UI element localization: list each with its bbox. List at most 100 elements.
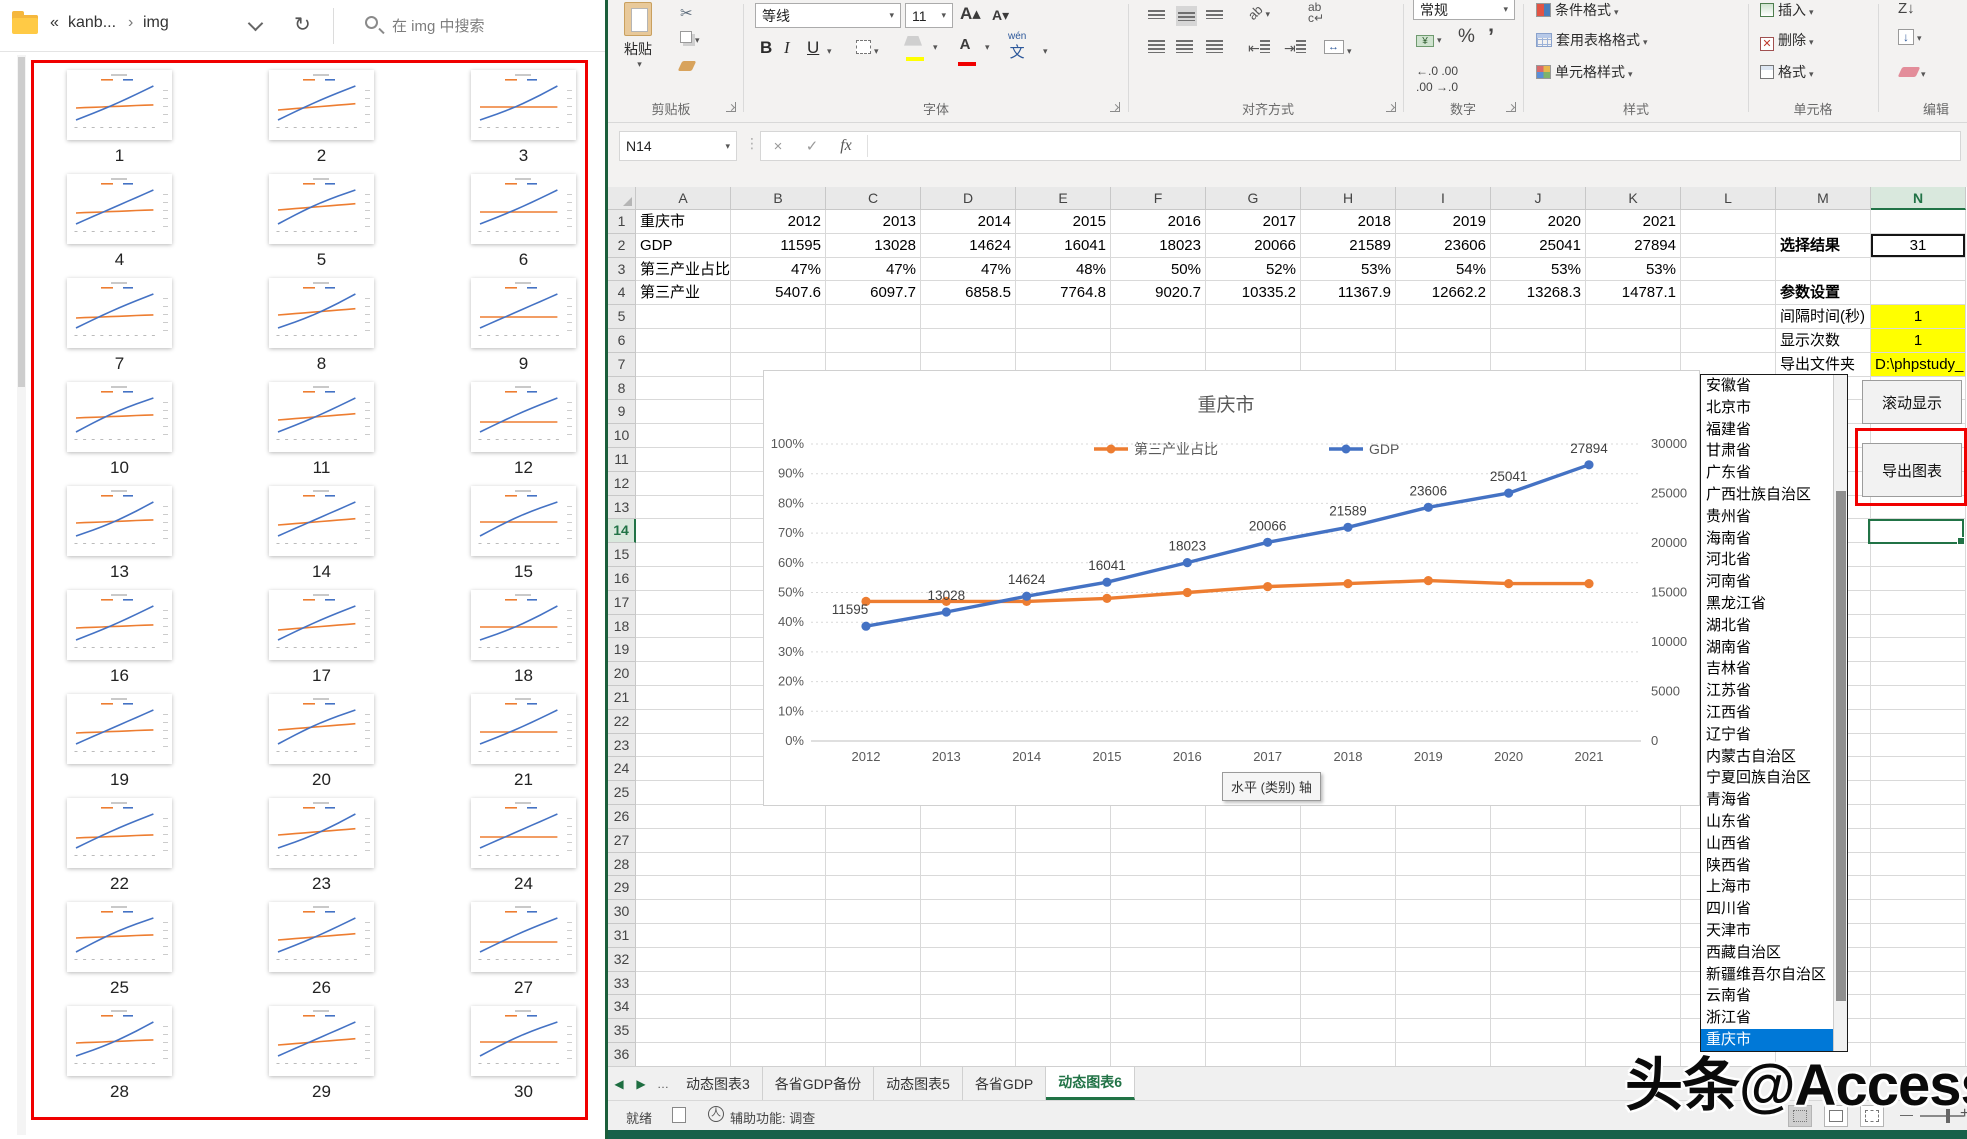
cell-N28[interactable] bbox=[1871, 853, 1966, 877]
row-header-13[interactable]: 13 bbox=[608, 496, 636, 520]
format-painter-icon[interactable] bbox=[680, 58, 694, 74]
row-header-20[interactable]: 20 bbox=[608, 662, 636, 686]
cell-H27[interactable] bbox=[1301, 829, 1396, 853]
name-box[interactable]: N14▾ bbox=[619, 131, 737, 161]
cell-G26[interactable] bbox=[1206, 805, 1301, 829]
cell-J36[interactable] bbox=[1491, 1043, 1586, 1066]
cell-D1[interactable]: 2014 bbox=[921, 210, 1016, 234]
cell-M2[interactable]: 选择结果 bbox=[1776, 234, 1871, 258]
cell-F1[interactable]: 2016 bbox=[1111, 210, 1206, 234]
embedded-chart[interactable]: 重庆市第三产业占比GDP100%90%80%70%60%50%40%30%20%… bbox=[763, 370, 1700, 806]
cell-E4[interactable]: 7764.8 bbox=[1016, 281, 1111, 305]
row-header-21[interactable]: 21 bbox=[608, 686, 636, 710]
cell-D5[interactable] bbox=[921, 305, 1016, 329]
row-header-18[interactable]: 18 bbox=[608, 615, 636, 639]
cell-H6[interactable] bbox=[1301, 329, 1396, 353]
cell-G5[interactable] bbox=[1206, 305, 1301, 329]
sheet-tab[interactable]: 动态图表3 bbox=[674, 1067, 763, 1100]
italic-button[interactable]: I bbox=[784, 38, 790, 58]
cell-A4[interactable]: 第三产业 bbox=[636, 281, 731, 305]
align-bottom-icon[interactable] bbox=[1206, 6, 1223, 22]
phonetic-dropdown-icon[interactable]: ▾ bbox=[1043, 46, 1048, 57]
scroll-display-button[interactable]: 滚动显示 bbox=[1862, 380, 1962, 424]
cell-C35[interactable] bbox=[826, 1019, 921, 1043]
cell-E30[interactable] bbox=[1016, 900, 1111, 924]
cell-C27[interactable] bbox=[826, 829, 921, 853]
cell-E26[interactable] bbox=[1016, 805, 1111, 829]
cell-F26[interactable] bbox=[1111, 805, 1206, 829]
cell-G3[interactable]: 52% bbox=[1206, 258, 1301, 282]
cell-H34[interactable] bbox=[1301, 995, 1396, 1019]
borders-icon[interactable]: ▾ bbox=[856, 40, 879, 57]
cell-B30[interactable] bbox=[731, 900, 826, 924]
cell-J29[interactable] bbox=[1491, 876, 1586, 900]
cell-G4[interactable]: 10335.2 bbox=[1206, 281, 1301, 305]
cell-J1[interactable]: 2020 bbox=[1491, 210, 1586, 234]
cell-F34[interactable] bbox=[1111, 995, 1206, 1019]
clipboard-dialog-launcher[interactable] bbox=[726, 102, 736, 112]
cell-A9[interactable] bbox=[636, 400, 731, 424]
cell-J31[interactable] bbox=[1491, 924, 1586, 948]
underline-dropdown-icon[interactable]: ▾ bbox=[827, 46, 832, 57]
cell-C30[interactable] bbox=[826, 900, 921, 924]
cell-G2[interactable]: 20066 bbox=[1206, 234, 1301, 258]
cell-A3[interactable]: 第三产业占比 bbox=[636, 258, 731, 282]
font-dialog-launcher[interactable] bbox=[1110, 102, 1120, 112]
sheet-tab-active[interactable]: 动态图表6 bbox=[1046, 1067, 1135, 1100]
cell-B35[interactable] bbox=[731, 1019, 826, 1043]
column-header-J[interactable]: J bbox=[1491, 187, 1586, 210]
cell-F28[interactable] bbox=[1111, 853, 1206, 877]
column-header-E[interactable]: E bbox=[1016, 187, 1111, 210]
cell-B26[interactable] bbox=[731, 805, 826, 829]
cell-C31[interactable] bbox=[826, 924, 921, 948]
cell-N1[interactable] bbox=[1871, 210, 1966, 234]
cell-C4[interactable]: 6097.7 bbox=[826, 281, 921, 305]
cell-J33[interactable] bbox=[1491, 972, 1586, 996]
phonetic-guide-icon[interactable]: wén文 bbox=[1008, 32, 1026, 62]
increase-indent-icon[interactable]: ⇥ bbox=[1284, 40, 1306, 57]
column-header-D[interactable]: D bbox=[921, 187, 1016, 210]
cell-N30[interactable] bbox=[1871, 900, 1966, 924]
cell-F2[interactable]: 18023 bbox=[1111, 234, 1206, 258]
insert-cells-button[interactable]: 插入▾ bbox=[1760, 0, 1814, 20]
cell-D32[interactable] bbox=[921, 948, 1016, 972]
column-header-K[interactable]: K bbox=[1586, 187, 1681, 210]
cell-J6[interactable] bbox=[1491, 329, 1586, 353]
cell-E32[interactable] bbox=[1016, 948, 1111, 972]
cell-F30[interactable] bbox=[1111, 900, 1206, 924]
font-color-icon[interactable]: A▾ bbox=[956, 36, 976, 69]
increase-font-icon[interactable]: A▴ bbox=[960, 4, 981, 24]
column-header-F[interactable]: F bbox=[1111, 187, 1206, 210]
column-header-B[interactable]: B bbox=[731, 187, 826, 210]
cell-M6[interactable]: 显示次数 bbox=[1776, 329, 1871, 353]
cell-L1[interactable] bbox=[1681, 210, 1776, 234]
cell-F3[interactable]: 50% bbox=[1111, 258, 1206, 282]
cell-I4[interactable]: 12662.2 bbox=[1396, 281, 1491, 305]
address-dropdown-icon[interactable] bbox=[248, 16, 264, 32]
cell-E1[interactable]: 2015 bbox=[1016, 210, 1111, 234]
cell-D30[interactable] bbox=[921, 900, 1016, 924]
row-header-5[interactable]: 5 bbox=[608, 305, 636, 329]
breadcrumb-current[interactable]: img bbox=[143, 14, 169, 32]
row-header-34[interactable]: 34 bbox=[608, 995, 636, 1019]
cell-D26[interactable] bbox=[921, 805, 1016, 829]
listbox-item[interactable]: 四川省 bbox=[1701, 898, 1847, 920]
cell-I35[interactable] bbox=[1396, 1019, 1491, 1043]
cell-N33[interactable] bbox=[1871, 972, 1966, 996]
cell-J3[interactable]: 53% bbox=[1491, 258, 1586, 282]
cell-C36[interactable] bbox=[826, 1043, 921, 1066]
cell-K32[interactable] bbox=[1586, 948, 1681, 972]
cell-E31[interactable] bbox=[1016, 924, 1111, 948]
row-header-17[interactable]: 17 bbox=[608, 591, 636, 615]
cell-B2[interactable]: 11595 bbox=[731, 234, 826, 258]
listbox-item[interactable]: 上海市 bbox=[1701, 876, 1847, 898]
explorer-scrollbar[interactable] bbox=[17, 55, 26, 1135]
cell-L3[interactable] bbox=[1681, 258, 1776, 282]
sheet-tab[interactable]: 各省GDP bbox=[963, 1067, 1046, 1100]
cell-J32[interactable] bbox=[1491, 948, 1586, 972]
macro-record-icon[interactable] bbox=[672, 1107, 686, 1123]
decrease-decimal-icon[interactable]: .00 →.0 bbox=[1416, 80, 1458, 94]
row-header-30[interactable]: 30 bbox=[608, 900, 636, 924]
row-header-3[interactable]: 3 bbox=[608, 258, 636, 282]
cell-A35[interactable] bbox=[636, 1019, 731, 1043]
